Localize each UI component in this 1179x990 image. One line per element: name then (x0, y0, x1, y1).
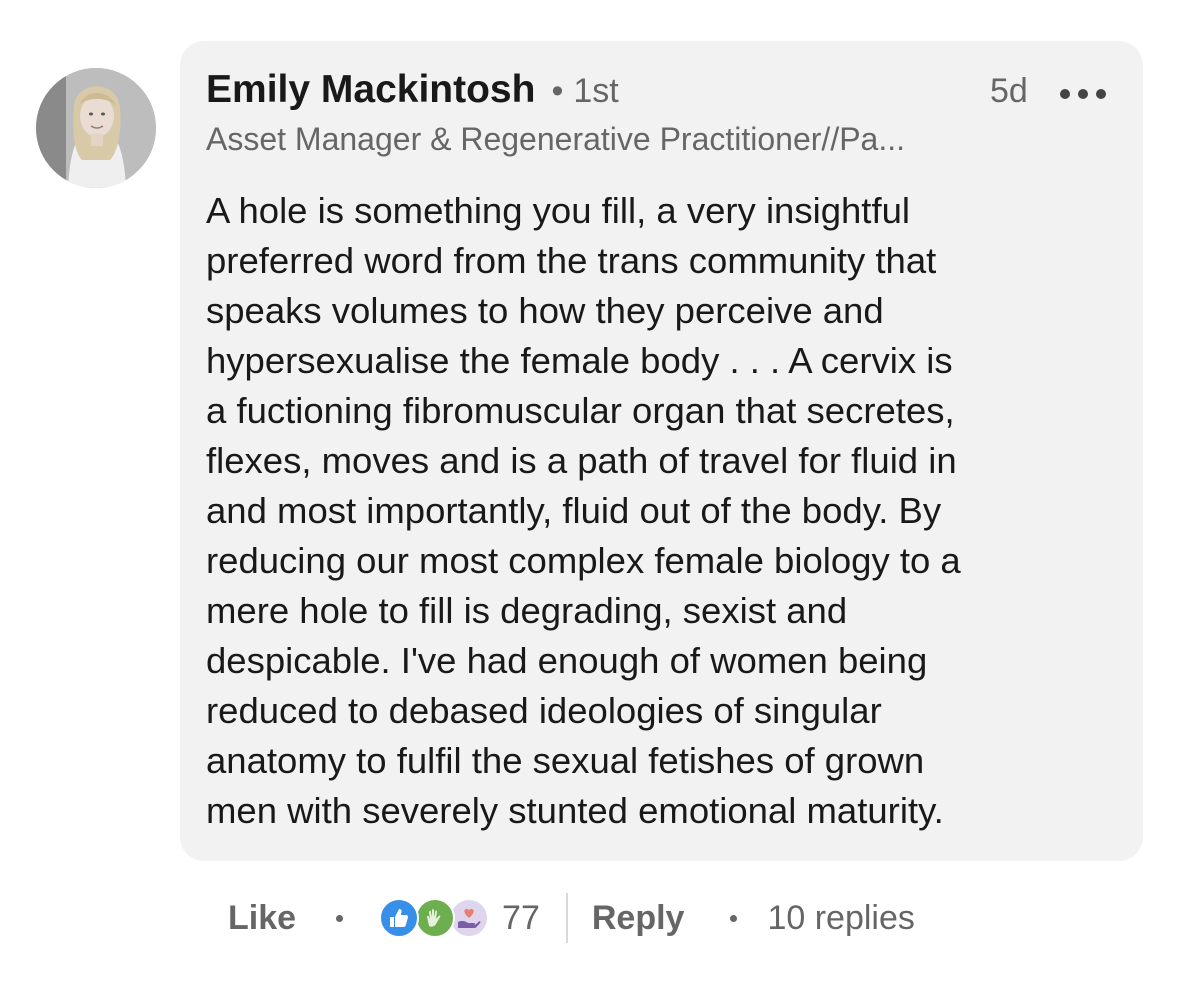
like-button[interactable]: Like (228, 899, 296, 938)
replies-link[interactable]: 10 replies (767, 899, 914, 938)
author-row: Emily Mackintosh • 1st (206, 68, 619, 112)
dot (1078, 89, 1088, 99)
reply-button[interactable]: Reply (592, 899, 685, 938)
separator-dot: • (551, 72, 564, 110)
dot (1096, 89, 1106, 99)
comment-text-line: a fuctioning fibromuscular organ that se… (206, 390, 955, 431)
comment-text-line: anatomy to fulfil the sexual fetishes of… (206, 740, 925, 781)
heart-hand-icon (449, 898, 490, 938)
author-name[interactable]: Emily Mackintosh (206, 68, 535, 112)
clapping-hands-icon (415, 898, 456, 938)
thumbs-up-icon (379, 898, 420, 938)
comment-text-line: mere hole to fill is degrading, sexist a… (206, 590, 848, 631)
separator-dot (730, 914, 738, 922)
comment-timestamp: 5d (990, 72, 1028, 110)
avatar[interactable] (36, 68, 156, 188)
author-headline: Asset Manager & Regenerative Practitione… (206, 121, 906, 157)
comment-text-line: A hole is something you fill, a very ins… (206, 190, 910, 231)
comment-text-line: flexes, moves and is a path of travel fo… (206, 440, 957, 481)
connection-degree: 1st (573, 72, 619, 110)
comment-text-line: reducing our most complex female biology… (206, 540, 961, 581)
reaction-count[interactable]: 77 (502, 899, 540, 938)
reactions-summary[interactable] (379, 895, 494, 941)
comment-text-line: and most importantly, fluid out of the b… (206, 490, 942, 531)
comment-text-line: despicable. I've had enough of women bei… (206, 640, 928, 681)
comment-actions: Like 77 Reply 10 replies (228, 890, 915, 946)
more-options-icon[interactable] (1060, 84, 1106, 104)
comment-text-line: reduced to debased ideologies of singula… (206, 690, 882, 731)
dot (1060, 89, 1070, 99)
profile-photo (36, 68, 156, 188)
comment-text-line: hypersexualise the female body . . . A c… (206, 340, 953, 381)
comment-text-line: speaks volumes to how they perceive and (206, 290, 884, 331)
comment-text-line: men with severely stunted emotional matu… (206, 790, 944, 831)
divider (565, 893, 568, 943)
comment-text-line: preferred word from the trans community … (206, 240, 937, 281)
separator-dot (336, 914, 344, 922)
comment-text: A hole is something you fill, a very ins… (206, 186, 1116, 836)
